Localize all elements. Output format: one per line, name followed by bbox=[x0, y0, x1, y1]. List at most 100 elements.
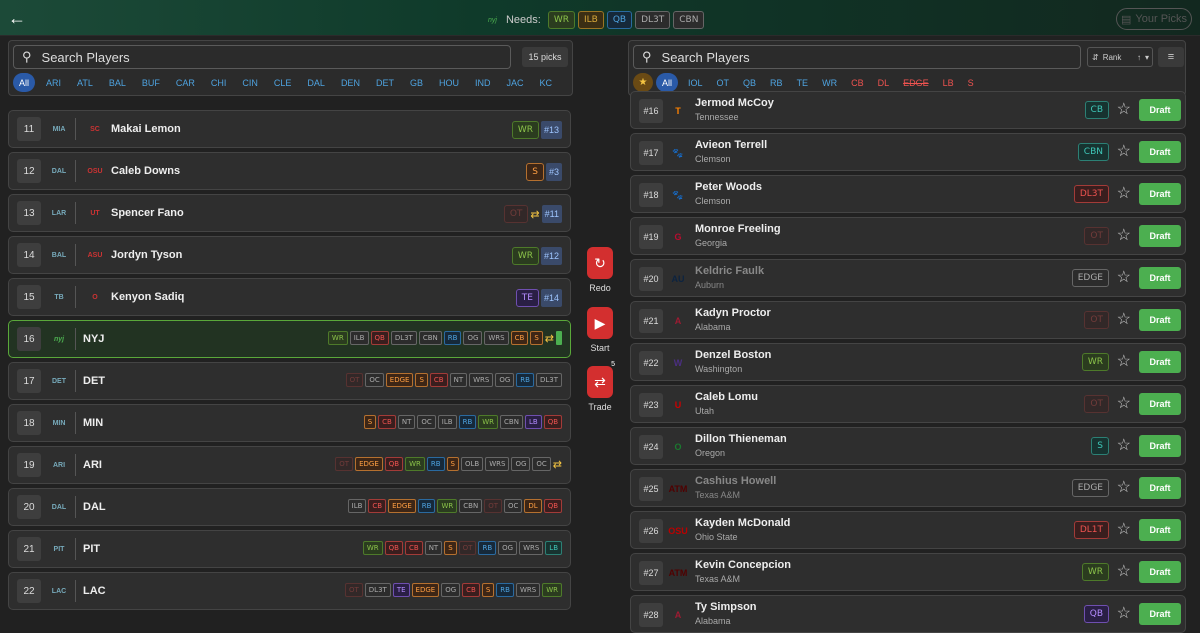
sort-direction-icon[interactable]: ↑ bbox=[1137, 53, 1141, 62]
left-search-input[interactable]: ⚲ Search Players bbox=[13, 45, 511, 69]
draft-button[interactable]: Draft bbox=[1139, 519, 1181, 541]
team-filter-chip[interactable]: DEN bbox=[333, 73, 368, 92]
trade-swap-icon[interactable]: ⇄ bbox=[530, 208, 539, 221]
star-outline-icon[interactable]: ☆ bbox=[1117, 269, 1131, 287]
position-filter-chip[interactable]: OT bbox=[710, 73, 737, 92]
star-outline-icon[interactable]: ☆ bbox=[1117, 353, 1131, 371]
redo-button[interactable]: ↻ bbox=[587, 247, 613, 279]
position-filter-chip[interactable]: EDGE bbox=[896, 73, 936, 92]
team-filter-chip[interactable]: DAL bbox=[299, 73, 333, 92]
draft-pick-row[interactable]: 11 MIA SC Makai Lemon WR #13 bbox=[8, 110, 571, 148]
draft-pick-row[interactable]: 14 BAL ASU Jordyn Tyson WR #12 bbox=[8, 236, 571, 274]
draft-button[interactable]: Draft bbox=[1139, 183, 1181, 205]
draft-button[interactable]: Draft bbox=[1139, 99, 1181, 121]
draft-pick-row[interactable]: 15 TB O Kenyon Sadiq TE #14 bbox=[8, 278, 571, 316]
upcoming-pick-row[interactable]: 21 PIT PIT WR QB CB NT S OT RB OG WRS LB bbox=[8, 530, 571, 568]
team-filter-chip[interactable]: BAL bbox=[101, 73, 134, 92]
position-filter-chip[interactable]: CB bbox=[844, 73, 871, 92]
position-filter-chip[interactable]: DL bbox=[871, 73, 897, 92]
team-filter-chip[interactable]: DET bbox=[368, 73, 402, 92]
draft-button[interactable]: Draft bbox=[1139, 393, 1181, 415]
pick-right: WR #12 bbox=[511, 247, 562, 265]
position-filter-chip[interactable]: IOL bbox=[681, 73, 710, 92]
team-filter-chip[interactable]: KC bbox=[531, 73, 560, 92]
player-row[interactable]: #28 A Ty Simpson Alabama QB ☆ Draft bbox=[630, 595, 1186, 633]
draft-pick-row[interactable]: 12 DAL OSU Caleb Downs S #3 bbox=[8, 152, 571, 190]
team-filter-chip[interactable]: BUF bbox=[134, 73, 168, 92]
player-row[interactable]: #21 A Kadyn Proctor Alabama OT ☆ Draft bbox=[630, 301, 1186, 339]
right-search-input[interactable]: ⚲ Search Players bbox=[633, 45, 1081, 69]
player-row[interactable]: #20 AU Keldric Faulk Auburn EDGE ☆ Draft bbox=[630, 259, 1186, 297]
star-outline-icon[interactable]: ☆ bbox=[1117, 479, 1131, 497]
star-outline-icon[interactable]: ☆ bbox=[1117, 605, 1131, 623]
draft-button[interactable]: Draft bbox=[1139, 477, 1181, 499]
position-filter-chip[interactable]: LB bbox=[936, 73, 961, 92]
start-button[interactable]: ▶ bbox=[587, 307, 613, 339]
trade-swap-icon[interactable]: ⇄ bbox=[553, 458, 562, 471]
draft-button[interactable]: Draft bbox=[1139, 141, 1181, 163]
star-outline-icon[interactable]: ☆ bbox=[1117, 185, 1131, 203]
draft-button[interactable]: Draft bbox=[1139, 435, 1181, 457]
player-row[interactable]: #18 🐾 Peter Woods Clemson DL3T ☆ Draft bbox=[630, 175, 1186, 213]
back-arrow-icon[interactable]: ← bbox=[8, 9, 26, 27]
team-filter-chip[interactable]: CIN bbox=[234, 73, 266, 92]
position-filter-chip[interactable]: RB bbox=[763, 73, 790, 92]
player-row[interactable]: #17 🐾 Avieon Terrell Clemson CBN ☆ Draft bbox=[630, 133, 1186, 171]
upcoming-pick-row[interactable]: 17 DET DET OT OC EDGE S CB NT WRS OG RB DL3T bbox=[8, 362, 571, 400]
star-outline-icon[interactable]: ☆ bbox=[1117, 311, 1131, 329]
position-filter-chip[interactable]: All bbox=[656, 73, 679, 92]
position-tag: ILB bbox=[349, 331, 369, 345]
draft-pick-row[interactable]: 13 LAR UT Spencer Fano OT ⇄ #11 bbox=[8, 194, 571, 232]
team-filter-chip[interactable]: GB bbox=[402, 73, 431, 92]
current-pick-row[interactable]: 16 nyj NYJ WR ILB QB DL3T CBN RB OG WRS CB S ⇄ bbox=[8, 320, 571, 358]
team-filter-chip[interactable]: CHI bbox=[203, 73, 235, 92]
player-row[interactable]: #24 O Dillon Thieneman Oregon S ☆ Draft bbox=[630, 427, 1186, 465]
team-filter-chip[interactable]: ARI bbox=[38, 73, 69, 92]
trade-swap-icon[interactable]: ⇄ bbox=[545, 332, 554, 345]
team-filter-chip[interactable]: ATL bbox=[69, 73, 101, 92]
team-filter-chip[interactable]: All bbox=[13, 73, 36, 92]
player-row[interactable]: #16 T Jermod McCoy Tennessee CB ☆ Draft bbox=[630, 91, 1186, 129]
upcoming-pick-row[interactable]: 20 DAL DAL ILB CB EDGE RB WR CBN OT OC DL QB bbox=[8, 488, 571, 526]
player-row[interactable]: #22 W Denzel Boston Washington WR ☆ Draft bbox=[630, 343, 1186, 381]
star-outline-icon[interactable]: ☆ bbox=[1117, 395, 1131, 413]
upcoming-pick-row[interactable]: 22 LAC LAC OT DL3T TE EDGE OG CB S RB WRS WR bbox=[8, 572, 571, 610]
position-filter-chip[interactable]: TE bbox=[790, 73, 816, 92]
player-row[interactable]: #25 ATM Cashius Howell Texas A&M EDGE ☆ Draft bbox=[630, 469, 1186, 507]
upcoming-pick-row[interactable]: 19 ARI ARI OT EDGE QB WR RB S OLB WRS OG OC ⇄ bbox=[8, 446, 571, 484]
trade-button[interactable]: ⇄ 5 bbox=[587, 361, 615, 398]
position-filter-chip[interactable]: WR bbox=[815, 73, 844, 92]
position-filter-chip[interactable]: QB bbox=[736, 73, 763, 92]
sort-select[interactable]: ⇵ Rank ↑ ▾ bbox=[1087, 47, 1153, 67]
player-row[interactable]: #23 U Caleb Lomu Utah OT ☆ Draft bbox=[630, 385, 1186, 423]
star-outline-icon[interactable]: ☆ bbox=[1117, 227, 1131, 245]
team-filter-chip[interactable]: IND bbox=[467, 73, 499, 92]
player-row[interactable]: #26 OSU Kayden McDonald Ohio State DL1T ☆ Draf… bbox=[630, 511, 1186, 549]
position-tag: TE bbox=[515, 289, 539, 307]
player-school: Ohio State bbox=[695, 532, 738, 542]
star-outline-icon[interactable]: ☆ bbox=[1117, 143, 1131, 161]
play-icon: ▶ bbox=[594, 314, 606, 331]
draft-button[interactable]: Draft bbox=[1139, 603, 1181, 625]
player-row[interactable]: #19 G Monroe Freeling Georgia OT ☆ Draft bbox=[630, 217, 1186, 255]
team-filter-chip[interactable]: JAC bbox=[498, 73, 531, 92]
star-outline-icon[interactable]: ☆ bbox=[1117, 521, 1131, 539]
favorites-star-chip[interactable]: ★ bbox=[633, 73, 653, 92]
position-filter-chip[interactable]: S bbox=[961, 73, 981, 92]
star-outline-icon[interactable]: ☆ bbox=[1117, 437, 1131, 455]
draft-button[interactable]: Draft bbox=[1139, 309, 1181, 331]
team-filter-chip[interactable]: HOU bbox=[431, 73, 467, 92]
star-outline-icon[interactable]: ☆ bbox=[1117, 101, 1131, 119]
player-row[interactable]: #27 ATM Kevin Concepcion Texas A&M WR ☆ Draft bbox=[630, 553, 1186, 591]
draft-button[interactable]: Draft bbox=[1139, 225, 1181, 247]
row-divider bbox=[75, 118, 76, 140]
team-filter-chip[interactable]: CAR bbox=[168, 73, 203, 92]
draft-button[interactable]: Draft bbox=[1139, 561, 1181, 583]
star-outline-icon[interactable]: ☆ bbox=[1117, 563, 1131, 581]
draft-button[interactable]: Draft bbox=[1139, 267, 1181, 289]
team-filter-chip[interactable]: CLE bbox=[266, 73, 300, 92]
draft-button[interactable]: Draft bbox=[1139, 351, 1181, 373]
upcoming-pick-row[interactable]: 18 MIN MIN S CB NT OC ILB RB WR CBN LB QB bbox=[8, 404, 571, 442]
filter-button[interactable]: ≡ bbox=[1158, 47, 1184, 67]
your-picks-button[interactable]: ▤ Your Picks bbox=[1116, 8, 1192, 30]
